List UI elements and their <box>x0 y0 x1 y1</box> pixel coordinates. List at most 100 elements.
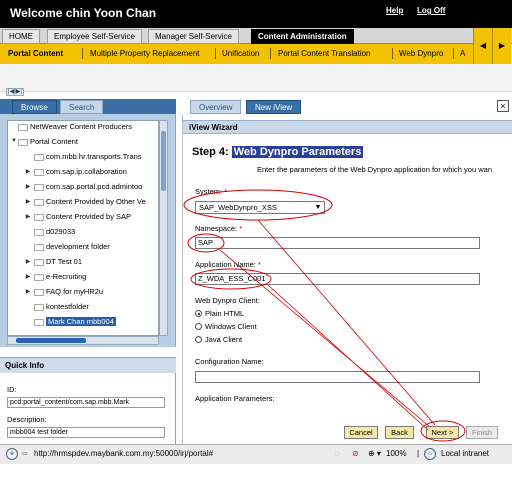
portal-catalog-panel: NetWeaver Content Producers ▼ Portal Con… <box>0 114 176 347</box>
quick-info-description-label: Description: <box>7 415 47 424</box>
required-marker: * <box>257 260 261 269</box>
dropdown-arrow-icon[interactable]: ▼ <box>312 202 324 213</box>
application-name-input[interactable]: Z_WDA_ESS_C001 <box>195 273 480 285</box>
tree-toggle-icon[interactable]: ▶ <box>24 213 32 220</box>
subnav-separator <box>453 48 454 59</box>
cancel-button[interactable]: Cancel <box>344 426 378 439</box>
tree-item-label: com.sap.ip.collaboration <box>46 167 127 176</box>
tree-horizontal-scrollbar[interactable] <box>7 336 159 345</box>
tree-item-label: Content Provided by Other Ve <box>46 197 146 206</box>
subnav-web-dynpro[interactable]: Web Dynpro <box>399 49 443 58</box>
radio-icon[interactable] <box>195 323 202 330</box>
portal-catalog-tree: NetWeaver Content Producers ▼ Portal Con… <box>7 120 159 336</box>
subnav-portal-content[interactable]: Portal Content <box>8 49 63 58</box>
folder-icon <box>34 244 44 251</box>
subnav-separator <box>392 48 393 59</box>
subnav-separator <box>270 48 271 59</box>
nav-scroll-right-icon[interactable]: ▶ <box>492 28 511 64</box>
tab-manager-self-service[interactable]: Manager Self-Service <box>148 29 239 44</box>
tab-search[interactable]: Search <box>60 100 104 114</box>
folder-icon <box>34 319 44 326</box>
popup-blocker-icon[interactable]: ⊘ <box>352 449 359 458</box>
subnav-separator <box>82 48 83 59</box>
wizard-header: iView Wizard <box>183 120 512 134</box>
welcome-title: Welcome chin Yoon Chan <box>10 6 157 20</box>
quick-info-description-field[interactable]: mbb004 test folder <box>7 427 165 438</box>
folder-icon <box>34 289 44 296</box>
subnav-more[interactable]: A <box>460 49 465 58</box>
tree-item-label: FAQ for myHR2u <box>46 287 104 296</box>
tab-browse[interactable]: Browse <box>12 100 57 114</box>
step-number: Step 4: <box>192 146 229 158</box>
folder-icon <box>18 139 28 146</box>
content-divider <box>0 64 512 92</box>
tab-content-administration[interactable]: Content Administration <box>251 29 354 44</box>
subnav-multiple-property-replacement[interactable]: Multiple Property Replacement <box>90 49 199 58</box>
scroll-thumb[interactable] <box>16 338 86 343</box>
next-button[interactable]: Next > <box>426 426 459 439</box>
subnav-separator <box>215 48 216 59</box>
zoom-icon[interactable]: ⊕ ▾ <box>368 449 381 458</box>
quick-info-id-field[interactable]: pcd:portal_content/com.sap.mbb.Mark <box>7 397 165 408</box>
tree-item-label: Mark Chan mbb004 <box>46 317 116 326</box>
tree-vertical-scrollbar[interactable] <box>159 120 168 336</box>
iview-wizard: iView Wizard Step 4: Web Dynpro Paramete… <box>182 114 512 444</box>
nav-scroll-left-icon[interactable]: ◀ <box>473 28 492 64</box>
radio-selected-icon[interactable] <box>195 310 202 317</box>
top-level-nav: HOME Employee Self-Service Manager Self-… <box>0 28 512 44</box>
page-icon: ▭ <box>22 451 28 457</box>
logoff-link[interactable]: Log Off <box>417 6 445 15</box>
configuration-name-input[interactable] <box>195 371 480 383</box>
scroll-thumb[interactable] <box>161 131 166 191</box>
globe-icon: e <box>6 448 18 460</box>
tree-toggle-icon[interactable]: ▶ <box>24 183 32 190</box>
required-marker: * <box>239 224 243 233</box>
tab-new-iview[interactable]: New iView <box>246 100 302 114</box>
web-dynpro-client-label: Web Dynpro Client: <box>195 296 260 305</box>
tree-toggle-icon[interactable]: ▶ <box>24 273 32 280</box>
quick-info-id-label: ID: <box>7 385 17 394</box>
zone-separator: | <box>417 449 420 458</box>
tree-toggle-icon[interactable]: ▼ <box>10 138 18 144</box>
tab-home[interactable]: HOME <box>2 29 40 44</box>
subnav-unification[interactable]: Unification <box>222 49 259 58</box>
tree-toggle-icon[interactable]: ▶ <box>24 258 32 265</box>
folder-icon <box>34 199 44 206</box>
help-link[interactable]: Help <box>386 6 403 15</box>
security-zone: Local intranet <box>441 449 490 458</box>
close-icon[interactable]: × <box>497 100 509 112</box>
tree-item-label: Portal Content <box>30 137 78 146</box>
system-select[interactable]: SAP_WebDynpro_XSS ▼ <box>195 201 325 214</box>
namespace-input[interactable]: SAP <box>195 237 480 249</box>
application-parameters-label: Application Parameters: <box>195 394 275 403</box>
folder-icon <box>34 304 44 311</box>
collapse-panel-icon[interactable]: |◀|▶| <box>6 88 24 96</box>
tree-toggle-icon[interactable]: ▶ <box>24 168 32 175</box>
page-bottom <box>0 464 512 500</box>
tree-toggle-icon[interactable]: ▶ <box>24 288 32 295</box>
configuration-name-label: Configuration Name: <box>195 357 264 366</box>
folder-icon <box>34 229 44 236</box>
quick-info-heading[interactable]: Quick Info <box>0 357 176 373</box>
subnav-portal-content-translation[interactable]: Portal Content Translation <box>278 49 371 58</box>
radio-icon[interactable] <box>195 336 202 343</box>
tab-overview[interactable]: Overview <box>190 100 242 114</box>
folder-icon <box>34 274 44 281</box>
tree-toggle-icon[interactable]: ▶ <box>24 198 32 205</box>
back-button[interactable]: Back <box>385 426 414 439</box>
folder-icon <box>34 184 44 191</box>
folder-icon <box>18 124 28 131</box>
radio-windows-client[interactable]: Windows Client <box>195 322 257 331</box>
system-select-value: SAP_WebDynpro_XSS <box>199 203 277 212</box>
folder-icon <box>34 154 44 161</box>
radio-java-client[interactable]: Java Client <box>195 335 242 344</box>
local-intranet-icon: ⌂ <box>424 448 436 460</box>
editor-tabs: Overview New iView <box>182 99 512 114</box>
tree-item-label: d029033 <box>46 227 76 236</box>
tab-employee-self-service[interactable]: Employee Self-Service <box>47 29 142 44</box>
radio-plain-html[interactable]: Plain HTML <box>195 309 244 318</box>
tree-item-label: kontestfolder <box>46 302 89 311</box>
tree-item-label: com.mbb.hr.transports.Trans <box>46 152 142 161</box>
folder-icon <box>34 259 44 266</box>
zoom-level[interactable]: 100% <box>386 449 406 458</box>
